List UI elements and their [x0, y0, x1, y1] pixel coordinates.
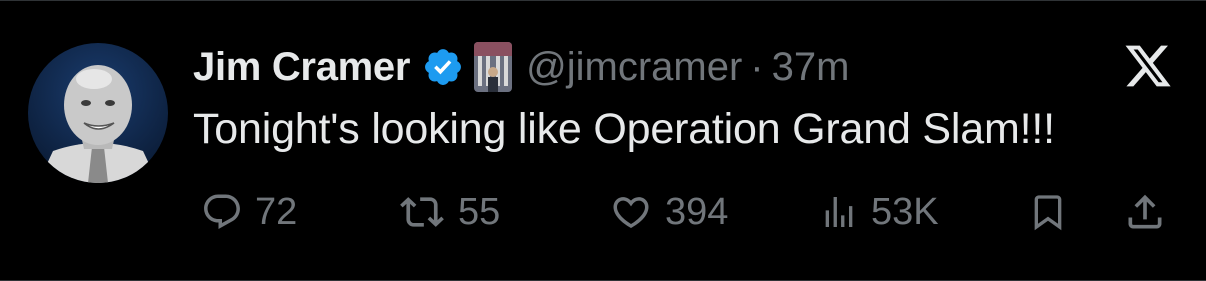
verified-badge-icon[interactable]	[422, 46, 464, 88]
tweet-header: Jim Cramer @jimcramer · 37m	[193, 39, 849, 95]
timestamp[interactable]: 37m	[772, 45, 850, 90]
bookmark-icon	[1034, 195, 1062, 231]
avatar-photo	[28, 43, 168, 183]
views-button[interactable]: 53K	[819, 185, 939, 239]
author-display-name[interactable]: Jim Cramer	[193, 45, 410, 90]
like-count: 394	[665, 190, 729, 233]
reply-icon	[204, 194, 240, 229]
affiliation-badge-icon[interactable]	[474, 42, 513, 92]
reply-button[interactable]: 72	[201, 185, 297, 239]
views-count: 53K	[871, 190, 939, 233]
action-bar: 72 55 394 53K	[193, 185, 1178, 239]
bookmark-button[interactable]	[1028, 185, 1068, 239]
retweet-button[interactable]: 55	[398, 185, 500, 239]
heart-icon	[613, 197, 649, 229]
like-button[interactable]: 394	[609, 185, 728, 239]
tweet-card[interactable]: Jim Cramer @jimcramer · 37m Tonight's lo…	[0, 0, 1206, 281]
share-button[interactable]	[1123, 185, 1167, 239]
share-icon	[1128, 194, 1162, 229]
tweet-text: Tonight's looking like Operation Grand S…	[193, 105, 1055, 153]
author-avatar[interactable]	[28, 43, 168, 183]
x-logo-icon[interactable]	[1122, 43, 1174, 89]
retweet-count: 55	[458, 190, 501, 233]
author-handle[interactable]: @jimcramer	[526, 45, 742, 90]
separator-dot: ·	[750, 44, 764, 89]
retweet-icon	[400, 197, 444, 227]
views-icon	[825, 197, 853, 227]
reply-count: 72	[255, 190, 298, 233]
